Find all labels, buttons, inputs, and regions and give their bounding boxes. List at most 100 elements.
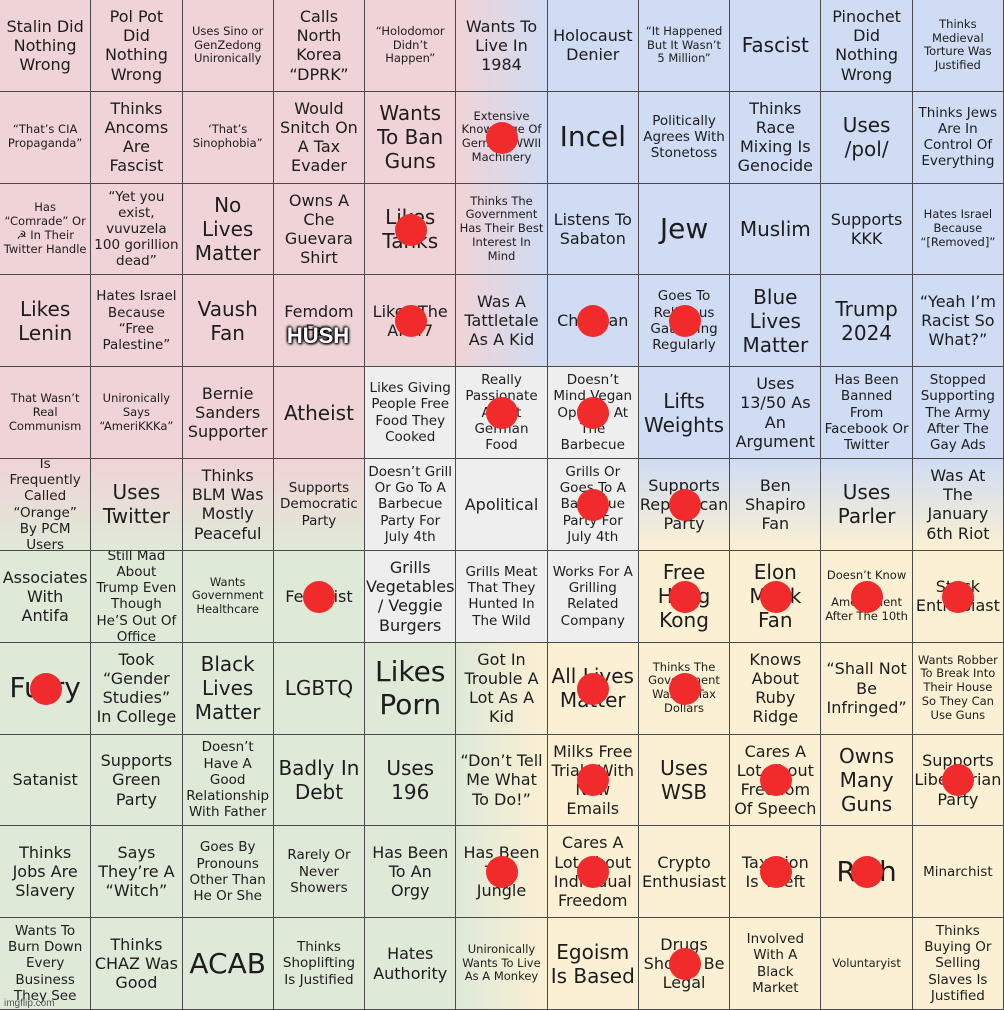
bingo-cell[interactable]: Uses Twitter xyxy=(91,459,183,551)
bingo-cell[interactable]: Satanist xyxy=(0,734,92,827)
bingo-cell[interactable]: ‘That’s Sinophobia” xyxy=(182,91,274,184)
bingo-cell[interactable]: No Lives Matter xyxy=(182,183,274,276)
bingo-cell[interactable]: Wants To Live In 1984 xyxy=(456,0,548,92)
bingo-cell[interactable]: Thinks Race Mixing Is Genocide xyxy=(730,91,822,184)
bingo-cell[interactable]: Stopped Supporting The Army After The Ga… xyxy=(912,367,1004,460)
bingo-cell[interactable]: Was At The January 6th Riot xyxy=(912,459,1004,551)
bingo-cell[interactable]: Trump 2024 xyxy=(821,275,913,368)
bingo-cell[interactable]: Hates Authority xyxy=(365,918,457,1010)
bingo-marker-dot xyxy=(577,856,610,889)
bingo-cell[interactable]: “Holodomor Didn’t Happen” xyxy=(365,0,457,92)
bingo-cell[interactable]: Goes By Pronouns Other Than He Or She xyxy=(182,826,274,919)
bingo-cell[interactable]: Took “Gender Studies” In College xyxy=(91,642,183,735)
bingo-cell[interactable]: Unironically Wants To Live As A Monkey xyxy=(456,918,548,1010)
bingo-cell[interactable]: Jew xyxy=(638,183,731,276)
bingo-cell-label: Was At The January 6th Riot xyxy=(926,466,990,543)
bingo-cell[interactable]: Supports KKK xyxy=(821,183,913,276)
bingo-cell[interactable]: Supports Democratic Party xyxy=(273,459,366,551)
bingo-cell[interactable]: Fascist xyxy=(730,0,822,92)
bingo-cell[interactable]: Uses Parler xyxy=(821,459,913,551)
bingo-cell[interactable]: “Yeah I’m Racist So What?” xyxy=(912,275,1004,368)
bingo-cell[interactable]: Unironically Says “AmeriKKKa” xyxy=(91,367,183,460)
bingo-cell[interactable]: Stalin Did Nothing Wrong xyxy=(0,0,92,92)
bingo-cell[interactable]: Crypto Enthusiast xyxy=(638,826,731,919)
bingo-cell[interactable]: Muslim xyxy=(730,183,822,276)
bingo-cell[interactable]: Likes Porn xyxy=(365,642,457,735)
bingo-cell[interactable]: Femdom Fan xyxy=(273,275,366,368)
bingo-cell[interactable]: Badly In Debt xyxy=(273,734,366,827)
bingo-cell[interactable]: Voluntaryist xyxy=(821,918,913,1010)
bingo-cell[interactable]: ACAB xyxy=(182,918,274,1010)
bingo-cell[interactable]: Thinks Medieval Torture Was Justified xyxy=(912,0,1004,92)
bingo-cell-label: Ben Shapiro Fan xyxy=(744,475,806,534)
bingo-cell[interactable]: Still Mad About Trump Even Though He’S O… xyxy=(91,550,183,643)
bingo-cell[interactable]: Hates Israel Because “Free Palestine” xyxy=(91,275,183,368)
bingo-cell[interactable]: Thinks The Government Has Their Best Int… xyxy=(456,183,548,276)
bingo-cell[interactable]: Blue Lives Matter xyxy=(730,275,822,368)
bingo-cell[interactable]: “Shall Not Be Infringed” xyxy=(821,642,913,735)
bingo-cell[interactable]: Wants To Ban Guns xyxy=(365,91,457,184)
bingo-cell[interactable]: Is Frequently Called “Orange” By PCM Use… xyxy=(0,459,92,551)
bingo-cell[interactable]: Atheist xyxy=(273,367,366,460)
bingo-cell[interactable]: Thinks Jobs Are Slavery xyxy=(0,826,92,919)
bingo-cell[interactable]: “Don’t Tell Me What To Do!” xyxy=(456,734,548,827)
bingo-cell[interactable]: Supports Green Party xyxy=(91,734,183,827)
bingo-cell[interactable]: Likes Giving People Free Food They Cooke… xyxy=(365,367,457,460)
bingo-cell[interactable]: Has Been To An Orgy xyxy=(365,826,457,919)
bingo-cell[interactable]: Listens To Sabaton xyxy=(547,183,639,276)
bingo-cell[interactable]: Grills Vegetables / Veggie Burgers xyxy=(365,550,457,643)
bingo-cell[interactable]: Politically Agrees With Stonetoss xyxy=(638,91,731,184)
bingo-cell[interactable]: “That’s CIA Propaganda” xyxy=(0,91,92,184)
bingo-cell[interactable]: Hates Israel Because “[Removed]” xyxy=(912,183,1004,276)
bingo-cell[interactable]: Involved With A Black Market xyxy=(730,918,822,1010)
bingo-cell[interactable]: Pinochet Did Nothing Wrong xyxy=(821,0,913,92)
bingo-cell[interactable]: Uses /pol/ xyxy=(821,91,913,184)
bingo-cell[interactable]: Knows About Ruby Ridge xyxy=(730,642,822,735)
bingo-cell[interactable]: Calls North Korea “DPRK” xyxy=(273,0,366,92)
bingo-cell[interactable]: Thinks Buying Or Selling Slaves Is Justi… xyxy=(912,918,1004,1010)
bingo-cell[interactable]: Doesn’t Have A Good Relationship With Fa… xyxy=(182,734,274,827)
bingo-cell[interactable]: Owns A Che Guevara Shirt xyxy=(273,183,366,276)
bingo-cell[interactable]: Wants To Burn Down Every Business They S… xyxy=(0,918,92,1010)
bingo-cell[interactable]: Wants Government Healthcare xyxy=(182,550,274,643)
bingo-cell[interactable]: Vaush Fan xyxy=(182,275,274,368)
bingo-cell[interactable]: Works For A Grilling Related Company xyxy=(547,550,639,643)
bingo-cell[interactable]: Thinks Jews Are In Control Of Everything xyxy=(912,91,1004,184)
bingo-cell[interactable]: Uses 13/50 As An Argument xyxy=(730,367,822,460)
bingo-cell[interactable]: Bernie Sanders Supporter xyxy=(182,367,274,460)
bingo-cell[interactable]: Doesn’t Grill Or Go To A Barbecue Party … xyxy=(365,459,457,551)
bingo-cell[interactable]: Owns Many Guns xyxy=(821,734,913,827)
bingo-cell[interactable]: Thinks CHAZ Was Good xyxy=(91,918,183,1010)
bingo-cell[interactable]: Incel xyxy=(547,91,639,184)
bingo-cell[interactable]: Black Lives Matter xyxy=(182,642,274,735)
bingo-cell[interactable]: Would Snitch On A Tax Evader xyxy=(273,91,366,184)
bingo-cell[interactable]: Egoism Is Based xyxy=(547,918,639,1010)
bingo-cell[interactable]: Pol Pot Did Nothing Wrong xyxy=(91,0,183,92)
bingo-cell[interactable]: Uses 196 xyxy=(365,734,457,827)
bingo-cell[interactable]: Lifts Weights xyxy=(638,367,731,460)
bingo-cell[interactable]: Uses Sino or GenZedong Unironically xyxy=(182,0,274,92)
bingo-cell[interactable]: Says They’re A “Witch” xyxy=(91,826,183,919)
bingo-cell[interactable]: Thinks BLM Was Mostly Peaceful xyxy=(182,459,274,551)
bingo-cell-label: Hates Israel Because “Free Palestine” xyxy=(96,288,177,354)
bingo-cell[interactable]: Thinks Shoplifting Is Justified xyxy=(273,918,366,1010)
bingo-cell[interactable]: Wants Robber To Break Into Their House S… xyxy=(912,642,1004,735)
bingo-cell[interactable]: Ben Shapiro Fan xyxy=(730,459,822,551)
bingo-cell[interactable]: Has “Comrade” Or ☭ In Their Twitter Hand… xyxy=(0,183,92,276)
bingo-cell[interactable]: “Yet you exist, vuvuzela 100 gorillion d… xyxy=(91,183,183,276)
bingo-cell[interactable]: Associates With Antifa xyxy=(0,550,92,643)
bingo-cell[interactable]: “It Happened But It Wasn’t 5 Million” xyxy=(638,0,731,92)
bingo-cell[interactable]: Uses WSB xyxy=(638,734,731,827)
bingo-cell[interactable]: Grills Meat That They Hunted In The Wild xyxy=(456,550,548,643)
bingo-cell[interactable]: Thinks Ancoms Are Fascist xyxy=(91,91,183,184)
bingo-cell[interactable]: Rarely Or Never Showers xyxy=(273,826,366,919)
bingo-cell[interactable]: Has Been Banned From Facebook Or Twitter xyxy=(821,367,913,460)
bingo-cell[interactable]: Likes Lenin xyxy=(0,275,92,368)
bingo-cell[interactable]: Was A Tattletale As A Kid xyxy=(456,275,548,368)
bingo-cell[interactable]: Minarchist xyxy=(912,826,1004,919)
bingo-cell[interactable]: Got In Trouble A Lot As A Kid xyxy=(456,642,548,735)
bingo-cell[interactable]: That Wasn’t Real Communism xyxy=(0,367,92,460)
bingo-cell[interactable]: Holocaust Denier xyxy=(547,0,639,92)
bingo-cell[interactable]: LGBTQ xyxy=(273,642,366,735)
bingo-cell[interactable]: Apolitical xyxy=(456,459,548,551)
